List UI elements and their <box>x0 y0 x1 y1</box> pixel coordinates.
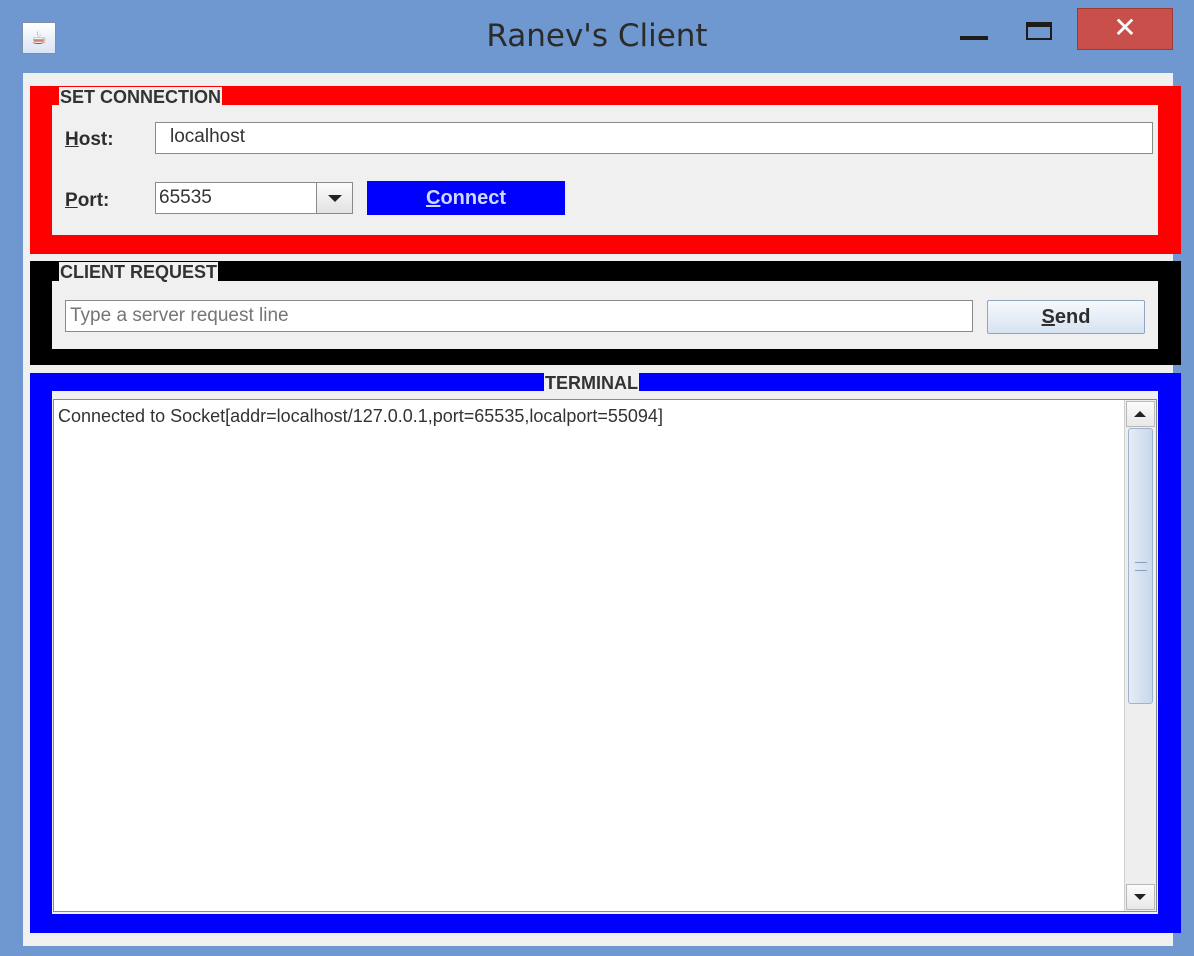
send-rest: end <box>1054 306 1091 328</box>
chevron-down-icon[interactable] <box>316 183 352 213</box>
window-title: Ranev's Client <box>486 18 708 54</box>
terminal-title: TERMINAL <box>544 373 639 393</box>
host-label-mnemonic: H <box>65 129 79 150</box>
connect-button[interactable]: Connect <box>367 181 565 215</box>
scroll-up-icon[interactable] <box>1126 401 1155 427</box>
connect-mnemonic: C <box>425 187 441 209</box>
host-label: Host: <box>65 129 114 151</box>
set-connection-title: SET CONNECTION <box>59 87 223 107</box>
scrollbar-thumb[interactable] <box>1128 428 1153 704</box>
terminal-line: Connected to Socket[addr=localhost/127.0… <box>58 406 663 426</box>
port-label-rest: ort: <box>77 190 110 211</box>
client-request-panel: CLIENT REQUEST Send <box>30 261 1181 365</box>
set-connection-panel: SET CONNECTION Host: localhost Port: 655… <box>30 86 1181 254</box>
host-input[interactable]: localhost <box>155 122 1153 154</box>
port-label: Port: <box>65 190 109 212</box>
terminal-output[interactable]: Connected to Socket[addr=localhost/127.0… <box>53 399 1157 912</box>
close-button[interactable]: ✕ <box>1077 8 1173 50</box>
minimize-button[interactable] <box>952 14 996 44</box>
request-input[interactable] <box>65 300 973 332</box>
close-icon: ✕ <box>1113 12 1137 43</box>
terminal-scrollbar[interactable] <box>1124 400 1156 911</box>
scroll-down-icon[interactable] <box>1126 884 1155 910</box>
connect-rest: onnect <box>440 187 506 209</box>
send-button[interactable]: Send <box>987 300 1145 334</box>
app-window: ☕ Ranev's Client ✕ SET CONNECTION Host: … <box>0 0 1194 956</box>
terminal-panel: TERMINAL Connected to Socket[addr=localh… <box>30 373 1181 933</box>
title-bar[interactable]: ☕ Ranev's Client ✕ <box>0 0 1194 72</box>
port-combobox[interactable]: 65535 <box>155 182 353 214</box>
port-value: 65535 <box>159 187 212 208</box>
host-label-rest: ost: <box>78 129 114 150</box>
client-area: SET CONNECTION Host: localhost Port: 655… <box>23 73 1181 946</box>
send-mnemonic: S <box>1041 306 1055 328</box>
client-request-title: CLIENT REQUEST <box>59 262 219 282</box>
port-label-mnemonic: P <box>65 190 78 211</box>
maximize-button[interactable] <box>1020 18 1060 44</box>
